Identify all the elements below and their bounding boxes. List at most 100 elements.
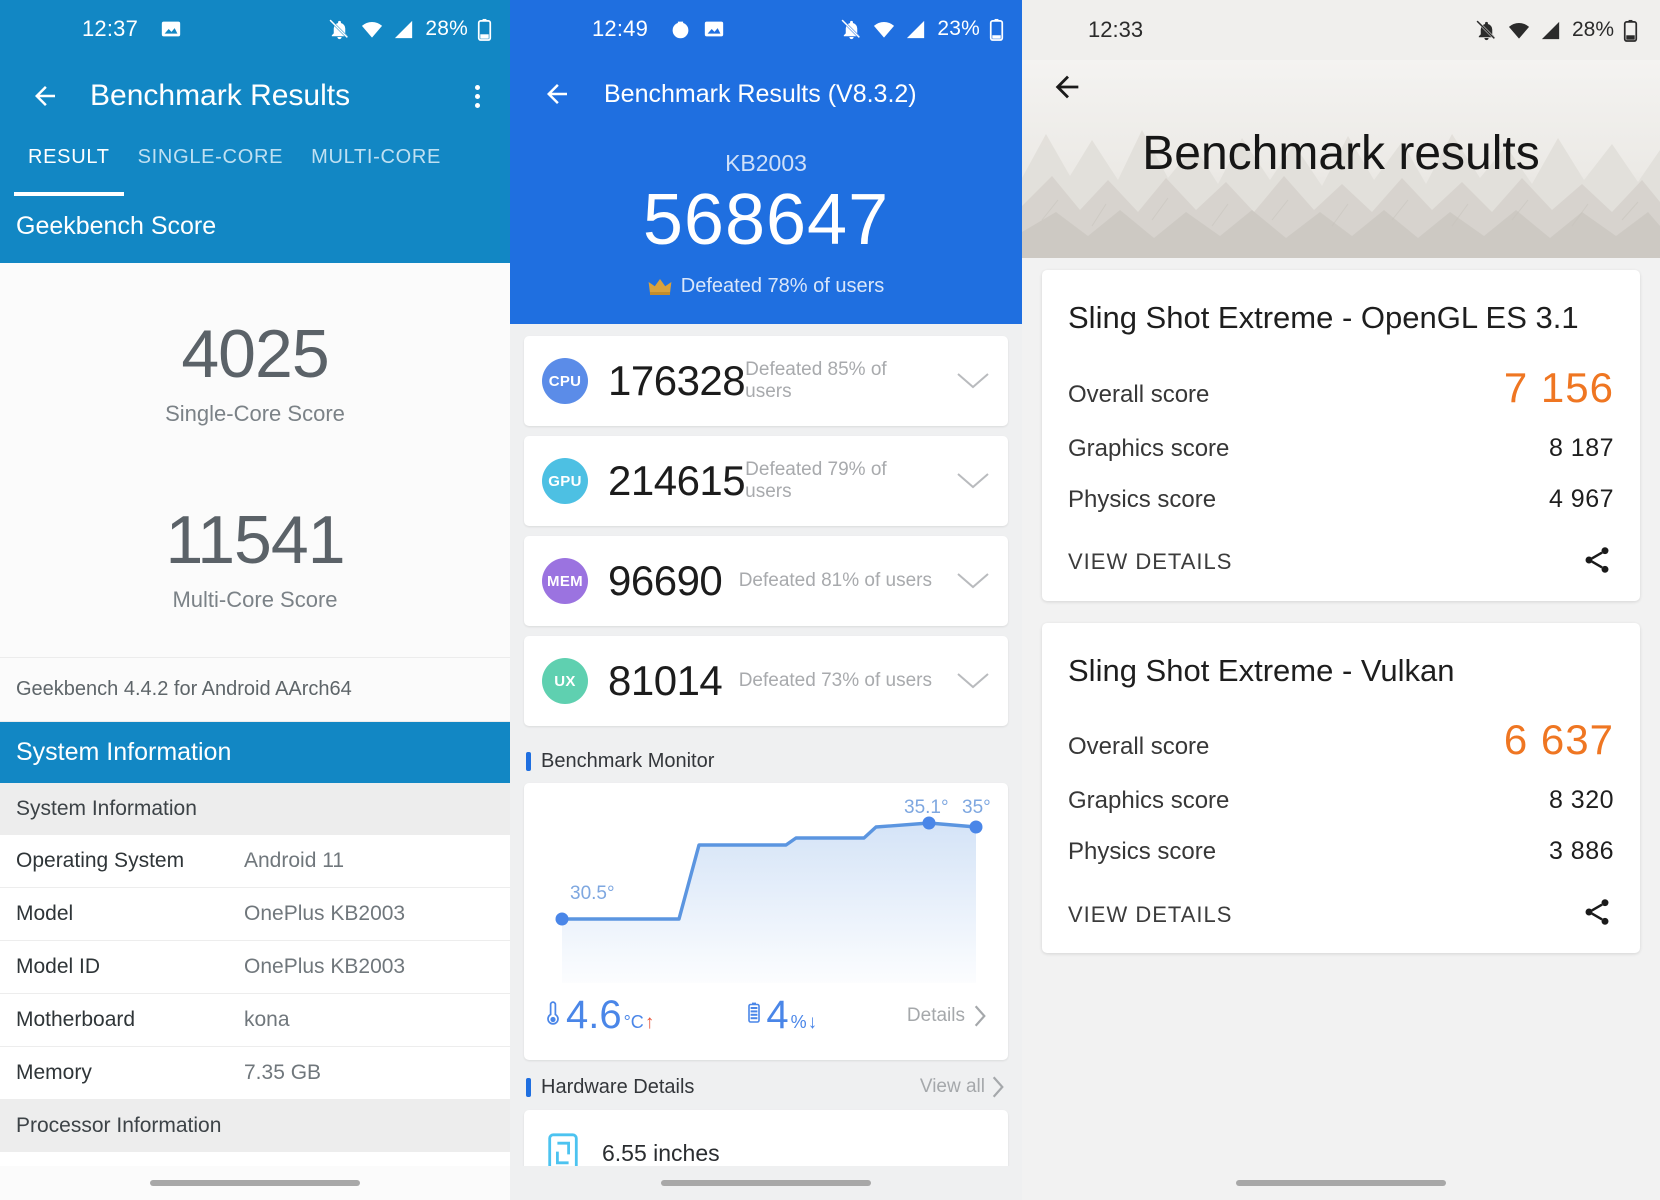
physics-score-value: 3 886 <box>1548 837 1614 866</box>
geekbench-version-text: Geekbench 4.4.2 for Android AArch64 <box>0 657 510 722</box>
tab-multi-core[interactable]: MULTI-CORE <box>297 134 455 196</box>
device-model-label: KB2003 <box>725 150 807 176</box>
chevron-right-icon <box>972 1003 988 1029</box>
subscore-card-mem[interactable]: MEM 96690 Defeated 81% of users <box>524 536 1008 626</box>
panel-antutu: 12:49 23% Benchmark Results (V8.3.2) KB2… <box>510 0 1022 1200</box>
subscore-card-ux[interactable]: UX 81014 Defeated 73% of users <box>524 636 1008 726</box>
physics-score-row: Physics score 4 967 <box>1068 485 1614 514</box>
view-details-button[interactable]: VIEW DETAILS <box>1068 902 1232 928</box>
share-icon[interactable] <box>1580 544 1614 581</box>
share-icon[interactable] <box>1580 896 1614 933</box>
back-arrow-icon[interactable] <box>534 71 580 117</box>
row-value: 7.35 GB <box>244 1061 322 1084</box>
temperature-delta-stat: 4.6 °C ↑ <box>544 993 654 1038</box>
graphics-score-row: Graphics score 8 320 <box>1068 786 1614 815</box>
subscore-card-gpu[interactable]: GPU 214615 Defeated 79% of users <box>524 436 1008 526</box>
result-card-opengl: Sling Shot Extreme - OpenGL ES 3.1 Overa… <box>1042 270 1640 601</box>
wifi-icon <box>360 18 384 41</box>
battery-unit-label: % <box>790 1012 807 1032</box>
signal-icon <box>393 18 416 41</box>
bell-off-icon <box>328 18 351 41</box>
geekbench-title-row: Benchmark Results <box>0 58 510 134</box>
gpu-defeated-label: Defeated 79% of users <box>745 459 887 502</box>
back-arrow-icon[interactable] <box>22 73 68 119</box>
chevron-down-icon[interactable] <box>951 371 990 391</box>
view-all-link[interactable]: View all <box>920 1074 1006 1100</box>
arrow-down-icon: ↓ <box>807 1012 818 1033</box>
mem-defeated-label: Defeated 81% of users <box>738 570 932 591</box>
monitor-details-link[interactable]: Details <box>907 1003 988 1029</box>
back-arrow-icon[interactable] <box>1050 70 1084 109</box>
antutu-subscore-cards: CPU 176328 Defeated 85% of users GPU 214… <box>510 324 1022 726</box>
nav-gesture-bar[interactable] <box>0 1166 510 1200</box>
tab-single-core[interactable]: SINGLE-CORE <box>124 134 298 196</box>
status-time: 12:33 <box>1088 17 1144 42</box>
chart-point-label-end: 35° <box>962 797 991 818</box>
battery-delta-stat: 4 % ↓ <box>746 993 817 1038</box>
status-time: 12:49 <box>592 16 649 41</box>
battery-delta-value: 4 <box>766 993 789 1037</box>
row-value: Android 11 <box>244 849 345 872</box>
system-information-header: System Information <box>0 722 510 783</box>
wifi-icon <box>1507 19 1531 42</box>
mem-badge-icon: MEM <box>542 558 588 604</box>
three-phone-screenshots: 12:37 28% Benchmark Results RESULT SINGL… <box>0 0 1660 1200</box>
monitor-stats-row: 4.6 °C ↑ 4 % ↓ Details <box>524 983 1008 1060</box>
chevron-down-icon[interactable] <box>950 571 990 591</box>
more-options-icon[interactable] <box>467 77 488 116</box>
row-key: Operating System <box>16 849 185 872</box>
chevron-down-icon[interactable] <box>950 671 990 691</box>
panel-geekbench: 12:37 28% Benchmark Results RESULT SINGL… <box>0 0 510 1200</box>
arrow-up-icon: ↑ <box>644 1012 655 1033</box>
result-card-title: Sling Shot Extreme - Vulkan <box>1068 652 1455 688</box>
section-title: Hardware Details <box>541 1075 695 1098</box>
overall-score-value: 7 156 <box>1503 363 1614 411</box>
mem-score-value: 96690 <box>608 557 723 604</box>
graphics-score-label: Graphics score <box>1068 434 1230 462</box>
chevron-down-icon[interactable] <box>951 471 990 491</box>
tab-result[interactable]: RESULT <box>14 134 124 196</box>
antutu-hero: 12:49 23% Benchmark Results (V8.3.2) KB2… <box>510 0 1022 324</box>
view-details-button[interactable]: VIEW DETAILS <box>1068 549 1232 575</box>
overall-score-label: Overall score <box>1068 733 1210 761</box>
signal-icon <box>905 18 928 41</box>
status-notification-icons <box>670 18 725 40</box>
status-system-icons: 23% <box>840 17 1004 41</box>
graphics-score-value: 8 187 <box>1548 433 1614 462</box>
image-icon <box>160 18 182 40</box>
battery-icon <box>1623 19 1638 42</box>
details-label: Details <box>906 1004 965 1026</box>
result-card-title: Sling Shot Extreme - OpenGL ES 3.1 <box>1068 300 1579 335</box>
view-all-label: View all <box>919 1076 985 1097</box>
chevron-right-icon <box>990 1074 1006 1100</box>
battery-percent: 28% <box>425 17 468 40</box>
defeated-text: Defeated 78% of users <box>680 275 885 297</box>
hardware-details-section-label: Hardware Details View all <box>510 1060 1022 1110</box>
benchmark-monitor-section-label: Benchmark Monitor <box>510 736 1022 783</box>
overall-score-row: Overall score 7 156 <box>1068 364 1614 412</box>
page-title: Benchmark Results <box>90 79 351 112</box>
physics-score-label: Physics score <box>1068 485 1217 513</box>
graphics-score-label: Graphics score <box>1068 787 1230 815</box>
physics-score-row: Physics score 3 886 <box>1068 837 1614 866</box>
table-row: Memory 7.35 GB <box>0 1047 510 1100</box>
row-value: kona <box>244 1008 290 1031</box>
hardware-row-text: 6.55 inches <box>602 1139 720 1166</box>
geekbench-appbar: 12:37 28% Benchmark Results RESULT SINGL… <box>0 0 510 263</box>
nav-gesture-bar[interactable] <box>1022 1166 1660 1200</box>
multi-core-score-label: Multi-Core Score <box>172 587 338 612</box>
cpu-defeated-label: Defeated 85% of users <box>745 359 887 402</box>
nav-gesture-bar[interactable] <box>510 1166 1022 1200</box>
chart-point-label-peak: 35.1° <box>904 797 949 818</box>
thermometer-icon <box>544 1000 562 1031</box>
temperature-chart: 30.5° 35.1° 35° <box>524 783 1008 983</box>
geekbench-score-header: Geekbench Score <box>0 196 510 263</box>
row-key: Memory <box>16 1061 92 1084</box>
gpu-score-value: 214615 <box>608 457 746 504</box>
panel-3dmark: 12:33 28% Benchmark results Sling Shot E… <box>1022 0 1660 1200</box>
cpu-score-value: 176328 <box>608 357 746 404</box>
graphics-score-value: 8 320 <box>1548 786 1614 815</box>
subscore-card-cpu[interactable]: CPU 176328 Defeated 85% of users <box>524 336 1008 426</box>
ux-defeated-label: Defeated 73% of users <box>738 670 932 691</box>
row-key: Motherboard <box>16 1008 136 1031</box>
